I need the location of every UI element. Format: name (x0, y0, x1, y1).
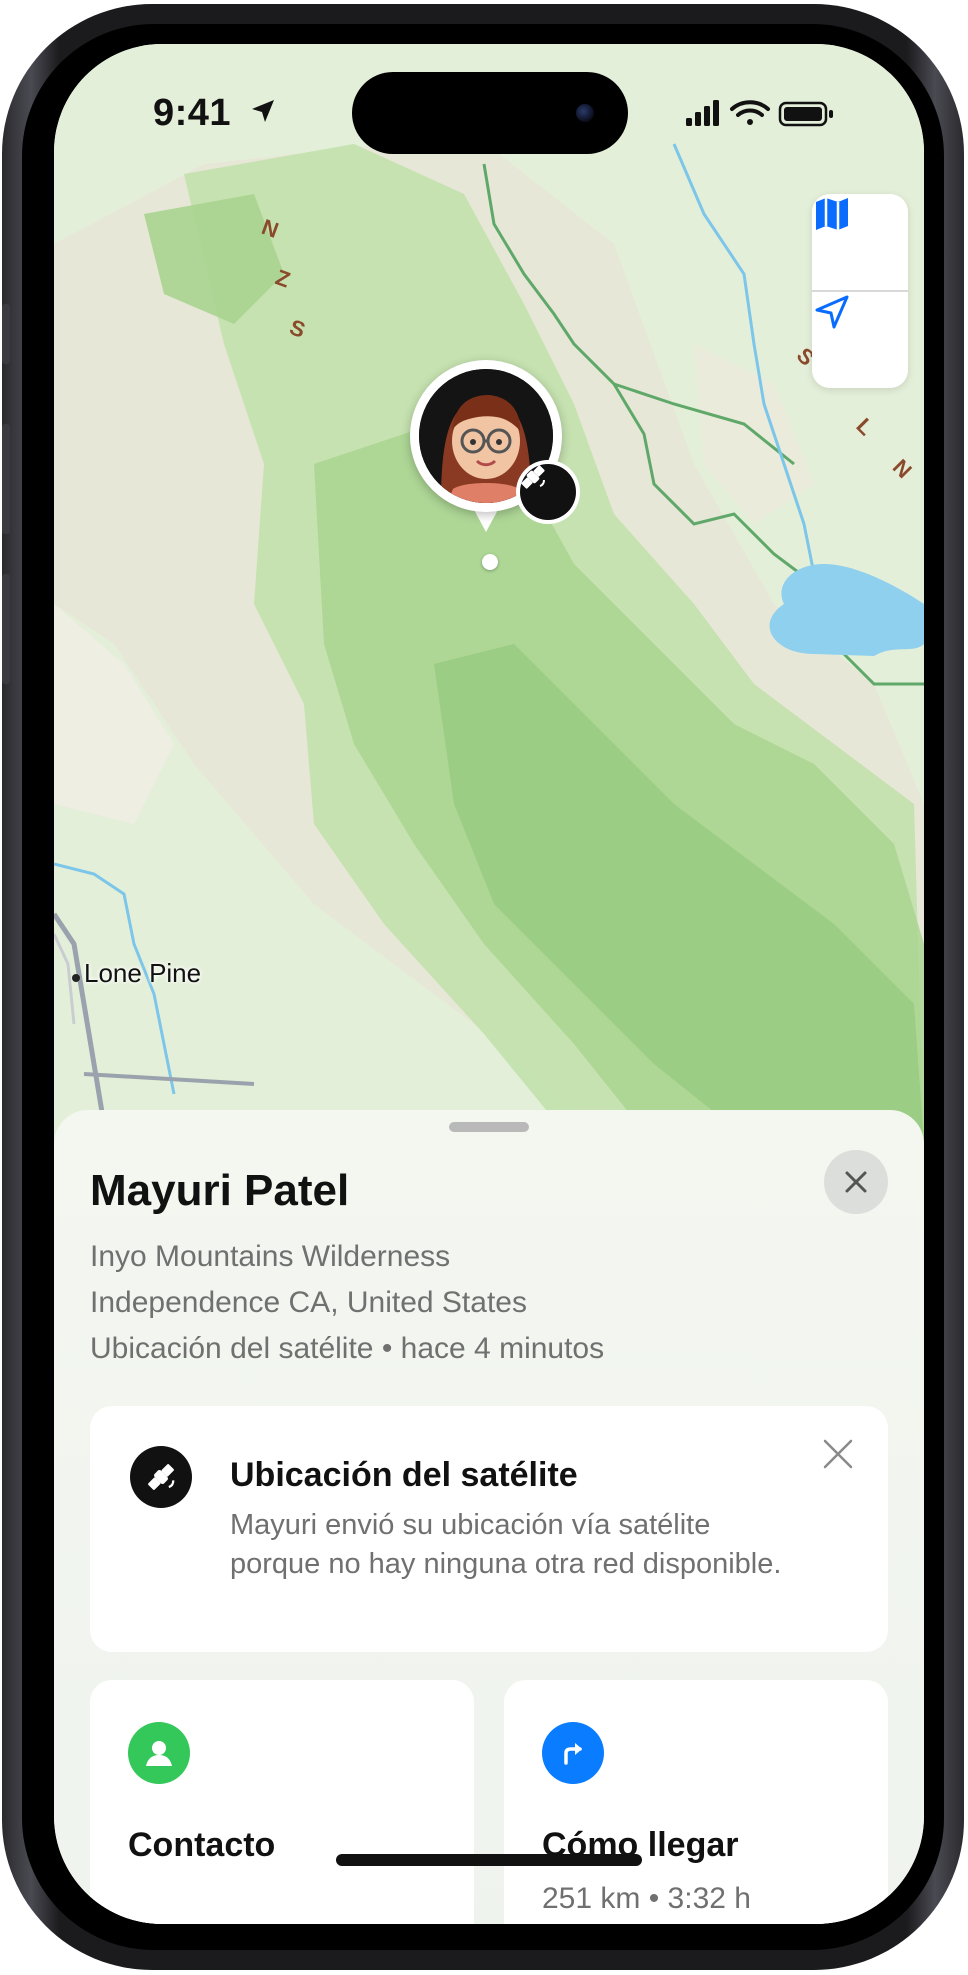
wifi-icon (730, 100, 770, 125)
close-icon (823, 1439, 853, 1469)
status-time: 9:41 (153, 92, 232, 134)
dynamic-island (352, 72, 628, 154)
map-icon (816, 198, 848, 230)
status-icons (686, 100, 833, 127)
satellite-card-icon (130, 1446, 192, 1508)
satellite-icon (148, 1464, 175, 1490)
dismiss-card-button[interactable] (818, 1434, 858, 1474)
silent-switch (2, 304, 10, 364)
home-indicator[interactable] (336, 1854, 642, 1866)
satellite-info-card: Ubicación del satélite Mayuri envió su u… (90, 1406, 888, 1652)
town-marker (72, 974, 80, 982)
contact-button[interactable]: Contacto (90, 1680, 474, 1924)
location-area: Inyo Mountains Wilderness (90, 1240, 451, 1273)
directions-distance-time: 251 km • 3:32 h (542, 1882, 751, 1915)
map-controls (812, 194, 908, 388)
person-name: Mayuri Patel (90, 1166, 350, 1215)
person-detail-sheet: Mayuri Patel Inyo Mountains Wilderness I… (54, 1110, 924, 1924)
cellular-signal-icon (686, 100, 719, 126)
satellite-card-body: Mayuri envió su ubicación vía satélite p… (230, 1509, 782, 1580)
directions-icon (542, 1722, 604, 1784)
volume-down-button (2, 574, 10, 684)
volume-up-button (2, 424, 10, 534)
locate-button[interactable] (812, 292, 908, 388)
person-icon (128, 1722, 190, 1784)
location-dot (482, 554, 498, 570)
location-source-time: Ubicación del satélite • hace 4 minutos (90, 1332, 605, 1365)
location-arrow-icon (815, 295, 849, 329)
screen: N Z S S L N Lone Pine 9:41 Mayuri Patel … (54, 44, 924, 1924)
battery-icon (778, 101, 833, 127)
location-arrow-icon (252, 100, 274, 122)
close-icon (845, 1171, 867, 1193)
contact-label: Contacto (128, 1826, 276, 1864)
map-mode-button[interactable] (812, 194, 908, 290)
person-location-pin[interactable] (410, 360, 580, 536)
satellite-icon (521, 465, 545, 489)
satellite-badge (516, 460, 580, 524)
directions-button[interactable]: Cómo llegar 251 km • 3:32 h (504, 1680, 888, 1924)
close-sheet-button[interactable] (824, 1150, 888, 1214)
location-city: Independence CA, United States (90, 1286, 527, 1319)
status-bar: 9:41 (54, 44, 924, 164)
town-label: Lone Pine (84, 958, 202, 988)
satellite-card-title: Ubicación del satélite (230, 1456, 578, 1494)
front-camera (576, 104, 594, 122)
sheet-grabber[interactable] (449, 1122, 529, 1132)
